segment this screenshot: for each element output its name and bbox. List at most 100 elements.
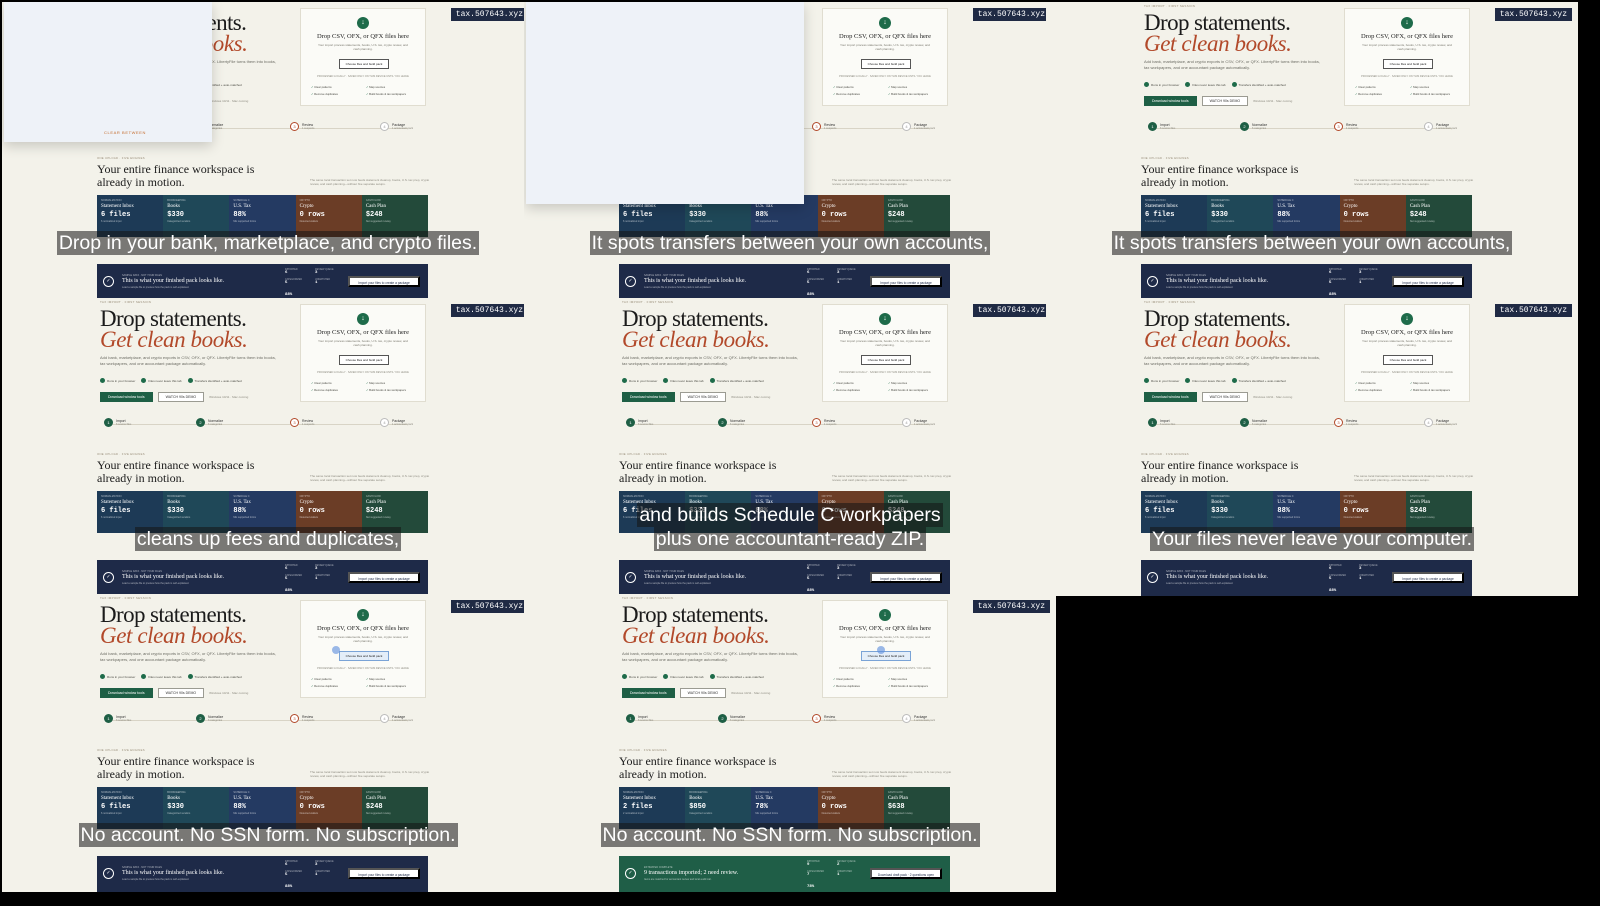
step-label: Package 1 accountant pack — [914, 419, 935, 427]
engine-tile[interactable]: BOOKKEEPING Books $330Categorized vendors — [1207, 195, 1274, 237]
step-import: 1Import6 source files — [1148, 122, 1175, 131]
tile-kicker: SCHEDULE C — [1277, 199, 1294, 202]
step-sub: 6 categories — [730, 718, 745, 722]
choose-files-button[interactable]: Choose files and build pack — [339, 651, 389, 661]
pack-action-button[interactable]: Import your files to create a package — [348, 572, 420, 583]
pack-stat: UNMATCHED 1 — [1359, 574, 1389, 581]
engine-tile[interactable]: CASH FLOW Cash Plan $248 Net suggested runw… — [883, 195, 951, 237]
engine-tile[interactable]: BOOKKEEPING Books $330Categorized vendors — [685, 491, 752, 533]
engine-tile[interactable]: CASH FLOW Cash Plan $638 Net suggested runw… — [883, 787, 951, 829]
engine-tile[interactable]: NORMALIZATION Statement Inbox 6 files6 nor… — [1141, 491, 1208, 533]
engine-tile[interactable]: CASH FLOW Cash Plan $248 Net suggested runw… — [883, 491, 951, 533]
engine-tile[interactable]: CRYPTO Crypto 0 rows Detected wallets — [817, 195, 884, 237]
engine-tile[interactable]: CRYPTO Crypto 0 rows Detected wallets — [817, 787, 884, 829]
pack-action-button[interactable]: Import your files to create a package — [1392, 572, 1464, 583]
dropzone-feature: Remove duplicates — [833, 388, 888, 392]
tile-kicker: SCHEDULE C — [1277, 495, 1294, 498]
pack-action-button[interactable]: Import your files to create a package — [870, 572, 942, 583]
engine-tile[interactable]: CASH FLOW Cash Plan $248 Net suggested runw… — [1405, 195, 1473, 237]
import-modal[interactable]: CLEAR BETWEEN — [4, 2, 212, 142]
dropzone-card[interactable]: ↓ Drop CSV, OFX, or QFX files here Your … — [1344, 8, 1470, 106]
engine-tile[interactable]: CRYPTO Crypto 0 rows Detected wallets — [817, 491, 884, 533]
choose-files-button[interactable]: Choose files and build pack — [861, 59, 911, 69]
dropzone-card[interactable]: ↓ Drop CSV, OFX, or QFX files here Your … — [822, 600, 948, 698]
pack-action-button[interactable]: Import your files to create a package — [870, 276, 942, 287]
tile-sub: Mix supported forms — [1277, 516, 1301, 519]
tile-name: Cash Plan — [1409, 204, 1430, 209]
engine-tile[interactable]: NORMALIZATION Statement Inbox 6 files6 nor… — [97, 491, 164, 533]
watch-demo-button[interactable]: WATCH 90s DEMO — [1201, 392, 1249, 402]
pack-action-button[interactable]: Import your files to create a package — [1392, 276, 1464, 287]
check-icon — [141, 378, 147, 383]
pack-title: This is what your finished pack looks li… — [122, 278, 224, 284]
engine-tile[interactable]: NORMALIZATION Statement Inbox 6 files6 nor… — [97, 195, 164, 237]
step-name: Import — [116, 714, 126, 719]
engine-tile[interactable]: BOOKKEEPING Books $330Categorized vendors — [163, 787, 230, 829]
tile-sub: Categorized vendors — [1211, 516, 1235, 519]
workspace-title: Your entire finance workspace is already… — [619, 458, 777, 485]
pack-action-button[interactable]: Download draft pack · 2 questions open — [870, 868, 942, 879]
choose-files-button[interactable]: Choose files and build pack — [1383, 59, 1433, 69]
engine-tile[interactable]: BOOKKEEPING Books $330Categorized vendors — [163, 195, 230, 237]
download-arrow-icon: ↓ — [357, 17, 369, 29]
download-button[interactable]: Download window tools — [100, 688, 153, 698]
dropzone-card[interactable]: ↓ Drop CSV, OFX, or QFX files here Your … — [822, 304, 948, 402]
watch-demo-button[interactable]: WATCH 90s DEMO — [1201, 96, 1249, 106]
engine-tile[interactable]: SCHEDULE C U.S. Tax 88%Mix supported forms — [229, 787, 296, 829]
dropzone-card[interactable]: ↓ Drop CSV, OFX, or QFX files here Your … — [300, 8, 426, 106]
import-modal[interactable] — [526, 2, 804, 204]
watch-demo-button[interactable]: WATCH 90s DEMO — [157, 688, 205, 698]
engine-tile[interactable]: CASH FLOW Cash Plan $248 Net suggested runw… — [361, 195, 429, 237]
engine-tile[interactable]: NORMALIZATION Statement Inbox 6 files6 nor… — [619, 491, 686, 533]
engine-tile[interactable]: SCHEDULE C U.S. Tax 88%Mix supported forms — [229, 491, 296, 533]
engine-tile[interactable]: SCHEDULE C U.S. Tax 88%Mix supported forms — [751, 491, 818, 533]
choose-files-button[interactable]: Choose files and build pack — [339, 355, 389, 365]
engine-tile[interactable]: NORMALIZATION Statement Inbox 6 files6 nor… — [97, 787, 164, 829]
download-button[interactable]: Download window tools — [622, 688, 675, 698]
dropzone-card[interactable]: ↓ Drop CSV, OFX, or QFX files here Your … — [822, 8, 948, 106]
download-button[interactable]: Download window tools — [622, 392, 675, 402]
choose-files-button[interactable]: Choose files and build pack — [339, 59, 389, 69]
dropzone-subtitle: Your import process statements, books, U… — [318, 43, 408, 51]
engine-tile[interactable]: CASH FLOW Cash Plan $248 Net suggested runw… — [1405, 491, 1473, 533]
engine-tile[interactable]: BOOKKEEPING Books $330Categorized vendors — [1207, 491, 1274, 533]
feature-pill: Runs in your browser — [100, 674, 135, 679]
step-package: 4 Package 1 accountant pack — [380, 122, 413, 131]
engine-tile[interactable]: CRYPTO Crypto 0 rows Detected wallets — [295, 195, 362, 237]
choose-files-button[interactable]: Choose files and build pack — [861, 651, 911, 661]
engine-tile[interactable]: SCHEDULE C U.S. Tax 88%Mix supported forms — [1273, 195, 1340, 237]
tile-sub: 6 normalized input — [1145, 516, 1166, 519]
watch-demo-button[interactable]: WATCH 90s DEMO — [679, 392, 727, 402]
choose-files-button[interactable]: Choose files and build pack — [861, 355, 911, 365]
watch-demo-button[interactable]: WATCH 90s DEMO — [157, 392, 205, 402]
engine-tile[interactable]: BOOKKEEPING Books $330Categorized vendors — [163, 491, 230, 533]
engine-tile[interactable]: CRYPTO Crypto 0 rows Detected wallets — [295, 787, 362, 829]
feature-pill-label: Runs in your browser — [107, 674, 136, 679]
engine-tile[interactable]: NORMALIZATION Statement Inbox 6 files6 nor… — [1141, 195, 1208, 237]
download-button[interactable]: Download window tools — [1144, 392, 1197, 402]
choose-files-button[interactable]: Choose files and build pack — [1383, 355, 1433, 365]
feature-pill: Files never leave this tab — [663, 674, 704, 679]
engine-tile[interactable]: BOOKKEEPING Books $850 Categorized vendors — [685, 787, 752, 829]
engine-tile[interactable]: NORMALIZATION Statement Inbox 2 files 2 nor… — [619, 787, 686, 829]
engine-tile[interactable]: CRYPTO Crypto 0 rows Detected wallets — [1339, 491, 1406, 533]
step-review: 3 Review 1 suspects — [1334, 418, 1358, 427]
watch-demo-button[interactable]: WATCH 90s DEMO — [679, 688, 727, 698]
download-button[interactable]: Download window tools — [1144, 96, 1197, 106]
pack-action-button[interactable]: Import your files to create a package — [348, 868, 420, 879]
engine-tile[interactable]: SCHEDULE C U.S. Tax 88%Mix supported forms — [1273, 491, 1340, 533]
engine-tile[interactable]: CASH FLOW Cash Plan $248 Net suggested runw… — [361, 491, 429, 533]
pack-action-button[interactable]: Import your files to create a package — [348, 276, 420, 287]
engine-tile[interactable]: CRYPTO Crypto 0 rows Detected wallets — [295, 491, 362, 533]
engine-tile[interactable]: SCHEDULE C U.S. Tax 88%Mix supported forms — [229, 195, 296, 237]
dropzone-card[interactable]: ↓ Drop CSV, OFX, or QFX files here Your … — [300, 600, 426, 698]
dropzone-card[interactable]: ↓ Drop CSV, OFX, or QFX files here Your … — [1344, 304, 1470, 402]
engine-tile[interactable]: CASH FLOW Cash Plan $248 Net suggested runw… — [361, 787, 429, 829]
step-label: Package 1 accountant pack — [1436, 419, 1457, 427]
tile-name: U.S. Tax — [233, 796, 251, 801]
download-button[interactable]: Download window tools — [100, 392, 153, 402]
dropzone-card[interactable]: ↓ Drop CSV, OFX, or QFX files here Your … — [300, 304, 426, 402]
feature-pill: Runs in your browser — [1144, 378, 1179, 383]
engine-tile[interactable]: SCHEDULE C U.S. Tax 78% Mix supported forms — [751, 787, 818, 829]
engine-tile[interactable]: CRYPTO Crypto 0 rows Detected wallets — [1339, 195, 1406, 237]
